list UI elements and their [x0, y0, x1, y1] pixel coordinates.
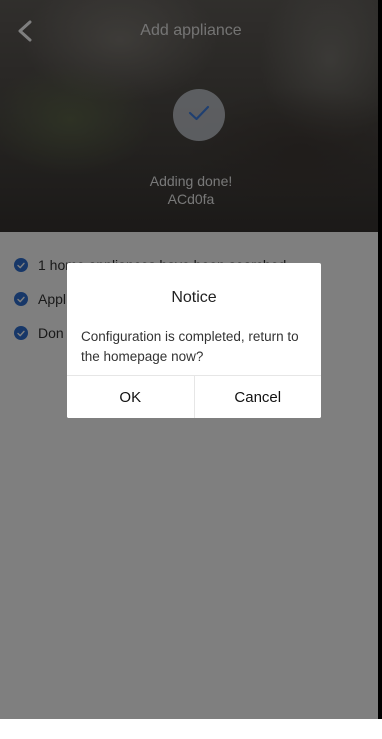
- dialog-actions: OK Cancel: [67, 375, 321, 418]
- bottom-bar: [0, 719, 382, 739]
- dialog-title: Notice: [171, 289, 217, 306]
- screen-edge: [378, 0, 382, 739]
- notice-dialog: Notice Configuration is completed, retur…: [67, 263, 321, 418]
- dialog-message: Configuration is completed, return to th…: [81, 329, 299, 364]
- app-screen: Add appliance Adding done! ACd0fa 1 home…: [0, 0, 382, 739]
- ok-button[interactable]: OK: [67, 376, 194, 418]
- cancel-button[interactable]: Cancel: [193, 376, 321, 418]
